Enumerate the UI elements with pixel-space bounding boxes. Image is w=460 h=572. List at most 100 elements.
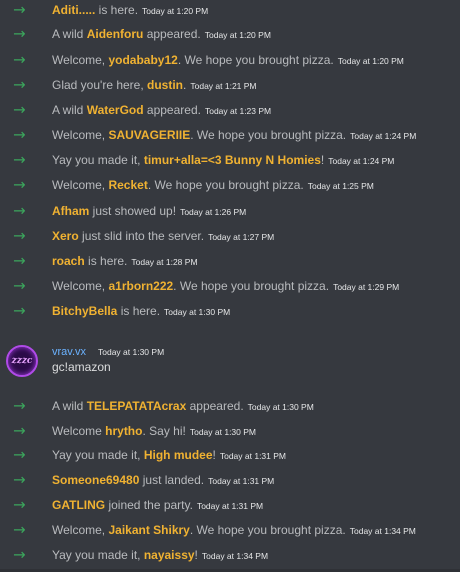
- member-name[interactable]: Aditi.....: [52, 3, 95, 17]
- message-suffix: is here.: [95, 3, 139, 17]
- member-name[interactable]: Recket: [108, 178, 147, 192]
- message-timestamp: Today at 1:34 PM: [201, 551, 269, 561]
- system-message-text: Welcome, Recket. We hope you brought piz…: [52, 178, 374, 192]
- arrow-right-icon: →: [13, 276, 26, 295]
- system-message-text: Glad you're here, dustin. Today at 1:21 P…: [52, 78, 257, 92]
- message-timestamp: Today at 1:20 PM: [337, 56, 404, 66]
- arrow-right-icon: →: [13, 445, 26, 464]
- arrow-right-icon: →: [13, 24, 26, 43]
- member-name[interactable]: WaterGod: [87, 103, 144, 117]
- arrow-right-icon: →: [13, 100, 26, 119]
- system-message-text: Aditi..... is here. Today at 1:20 PM: [52, 3, 208, 17]
- member-name[interactable]: nayaissy: [144, 548, 195, 562]
- arrow-right-icon: →: [13, 201, 26, 220]
- system-join-message: → Welcome, SAUVAGERIIE. We hope you broug…: [0, 123, 460, 147]
- message-suffix: . We hope you brought pizza.: [177, 53, 334, 67]
- member-name[interactable]: hrytho: [105, 424, 142, 438]
- message-timestamp: Today at 1:30 PM: [164, 307, 231, 317]
- message-suffix: !: [194, 548, 198, 562]
- system-message-text: A wild WaterGod appeared. Today at 1:23 P…: [52, 103, 271, 117]
- message-timestamp: Today at 1:28 PM: [131, 257, 198, 267]
- username[interactable]: vrav.vx: [52, 346, 86, 358]
- arrow-right-icon: →: [13, 421, 26, 440]
- message-timestamp: Today at 1:24 PM: [328, 156, 395, 166]
- message-prefix: Glad you're here,: [52, 78, 148, 92]
- member-name[interactable]: High mudee: [144, 448, 213, 462]
- member-name[interactable]: a1rborn222: [108, 279, 173, 293]
- system-join-message: → Yay you made it, High mudee! Today at 1:…: [0, 443, 460, 467]
- member-name[interactable]: dustin: [147, 78, 183, 92]
- avatar[interactable]: zzzc: [6, 345, 38, 377]
- system-message-text: Welcome, a1rborn222. We hope you brought…: [52, 279, 399, 293]
- message-timestamp: Today at 1:26 PM: [180, 207, 247, 217]
- member-name[interactable]: TELEPATATAcrax: [87, 399, 187, 413]
- member-name[interactable]: Jaikant Shikry: [108, 523, 189, 537]
- system-join-message: → Welcome, Recket. We hope you brought pi…: [0, 173, 460, 197]
- arrow-right-icon: →: [13, 251, 26, 270]
- message-suffix: . We hope you brought pizza.: [173, 279, 330, 293]
- system-message-text: BitchyBella is here. Today at 1:30 PM: [52, 304, 230, 318]
- system-join-message: → Aditi..... is here. Today at 1:20 PM: [0, 0, 460, 22]
- message-suffix: .: [183, 78, 187, 92]
- message-suffix: . Say hi!: [142, 424, 186, 438]
- message-suffix: just landed.: [139, 473, 205, 487]
- message-list: zzzc vrav.vx Today at 1:30 PM gc!amazon …: [0, 0, 460, 572]
- member-name[interactable]: roach: [52, 254, 85, 268]
- message-suffix: . We hope you brought pizza.: [147, 178, 304, 192]
- message-prefix: Welcome,: [52, 53, 109, 67]
- system-join-message: → Welcome, a1rborn222. We hope you brough…: [0, 274, 460, 298]
- message-timestamp: Today at 1:25 PM: [307, 181, 374, 191]
- arrow-right-icon: →: [13, 75, 26, 94]
- arrow-right-icon: →: [13, 495, 26, 514]
- message-prefix: Welcome,: [52, 523, 109, 537]
- message-suffix: is here.: [84, 254, 128, 268]
- member-name[interactable]: yodababy12: [108, 53, 177, 67]
- member-name[interactable]: Aidenforu: [87, 27, 144, 41]
- member-name[interactable]: Xero: [52, 229, 79, 243]
- system-message-text: Xero just slid into the server. Today at …: [52, 229, 274, 243]
- message-suffix: appeared.: [143, 103, 201, 117]
- system-message-text: Yay you made it, nayaissy! Today at 1:34 …: [52, 548, 268, 562]
- message-timestamp: Today at 1:23 PM: [204, 106, 272, 116]
- message-prefix: Welcome,: [52, 178, 109, 192]
- message-suffix: is here.: [117, 304, 161, 318]
- message-prefix: Yay you made it,: [52, 548, 144, 562]
- arrow-right-icon: →: [13, 301, 26, 320]
- message-prefix: Yay you made it,: [52, 448, 144, 462]
- message-prefix: Welcome,: [52, 128, 109, 142]
- member-name[interactable]: Afham: [52, 204, 89, 218]
- message-timestamp: Today at 1:31 PM: [196, 501, 264, 511]
- message-timestamp: Today at 1:24 PM: [350, 131, 417, 141]
- system-message-text: Yay you made it, High mudee! Today at 1:3…: [52, 448, 286, 462]
- message-timestamp: Today at 1:34 PM: [349, 526, 416, 536]
- member-name[interactable]: Someone69480: [52, 473, 139, 487]
- arrow-right-icon: →: [13, 545, 26, 564]
- message-timestamp: Today at 1:30 PM: [98, 347, 165, 357]
- system-join-message: → A wild Aidenforu appeared. Today at 1:20…: [0, 22, 460, 46]
- message-prefix: Welcome: [52, 424, 106, 438]
- member-name[interactable]: SAUVAGERIIE: [108, 128, 190, 142]
- message-content: gc!amazon: [52, 360, 111, 374]
- member-name[interactable]: GATLING: [52, 498, 105, 512]
- system-join-message: → Yay you made it, nayaissy! Today at 1:34…: [0, 543, 460, 567]
- system-join-message: → Xero just slid into the server. Today at…: [0, 224, 460, 248]
- message-prefix: Yay you made it,: [52, 153, 144, 167]
- system-join-message: → A wild WaterGod appeared. Today at 1:23 …: [0, 98, 460, 122]
- message-timestamp: Today at 1:30 PM: [247, 402, 314, 412]
- system-message-text: Afham just showed up! Today at 1:26 PM: [52, 204, 246, 218]
- message-timestamp: Today at 1:20 PM: [142, 6, 209, 16]
- message-suffix: just slid into the server.: [78, 229, 205, 243]
- arrow-right-icon: →: [13, 175, 26, 194]
- arrow-right-icon: →: [13, 396, 26, 415]
- message-suffix: appeared.: [186, 399, 244, 413]
- member-name[interactable]: BitchyBella: [52, 304, 117, 318]
- message-suffix: . We hope you brought pizza.: [189, 523, 346, 537]
- member-name[interactable]: timur+alla=<3 Bunny N Homies: [144, 153, 321, 167]
- arrow-right-icon: →: [13, 0, 26, 19]
- message-suffix: . We hope you brought pizza.: [190, 128, 347, 142]
- system-message-text: Welcome, Jaikant Shikry. We hope you bro…: [52, 523, 416, 537]
- system-join-message: → GATLING joined the party. Today at 1:31 …: [0, 493, 460, 517]
- message-timestamp: Today at 1:20 PM: [204, 30, 271, 40]
- system-join-message: → Afham just showed up! Today at 1:26 PM: [0, 199, 460, 223]
- system-message-text: Someone69480 just landed. Today at 1:31 P…: [52, 473, 274, 487]
